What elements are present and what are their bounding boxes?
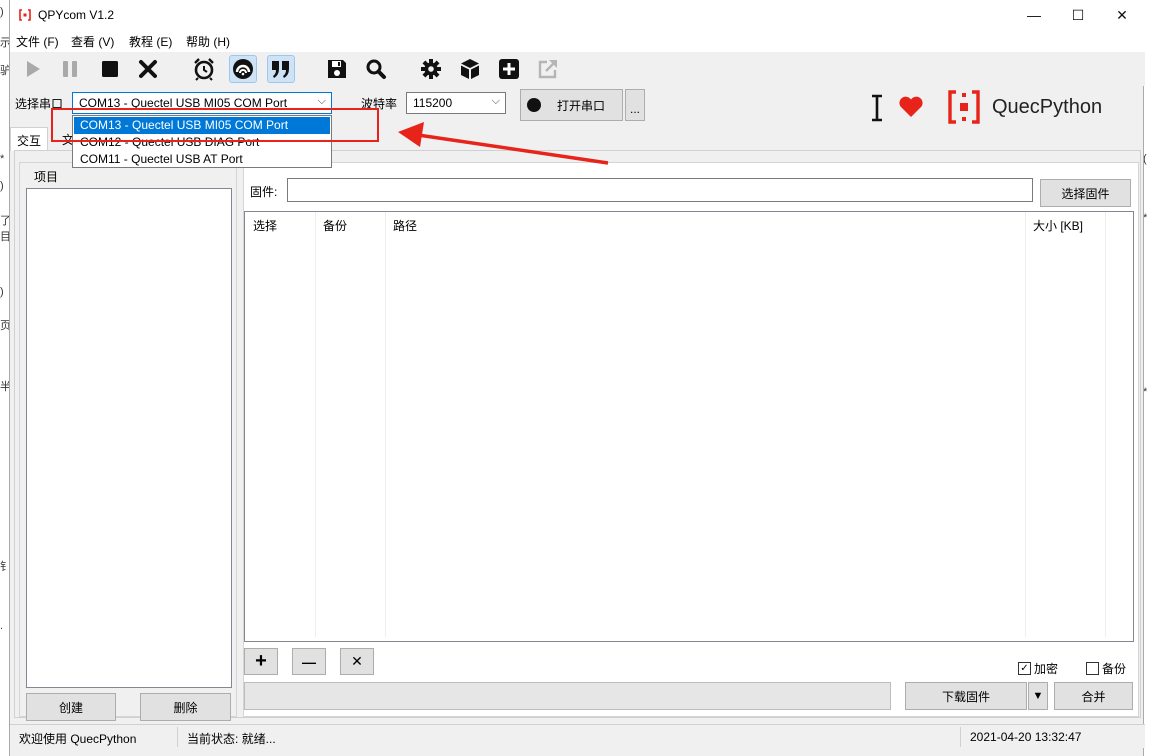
annotation-arrow-icon xyxy=(398,122,609,165)
